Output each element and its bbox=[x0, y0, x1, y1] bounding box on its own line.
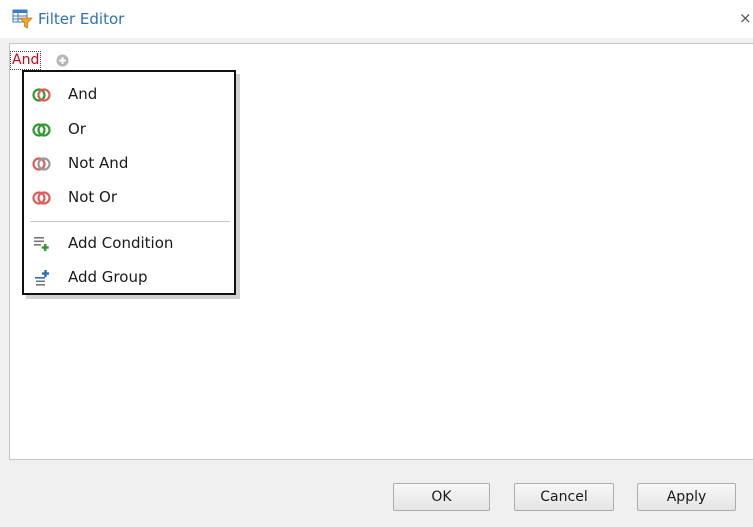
menu-item-label: Not And bbox=[68, 154, 129, 172]
add-condition-icon bbox=[32, 236, 52, 252]
menu-item-label: Add Group bbox=[68, 268, 148, 286]
menu-item-label: Or bbox=[68, 120, 86, 138]
group-operator-link[interactable]: And bbox=[10, 51, 42, 70]
and-icon bbox=[32, 87, 52, 103]
not-or-icon bbox=[32, 190, 52, 206]
menu-item-not-or[interactable]: Not Or bbox=[24, 183, 234, 213]
dialog-title: Filter Editor bbox=[38, 10, 125, 28]
menu-item-not-and[interactable]: Not And bbox=[24, 149, 234, 179]
filter-editor-icon bbox=[12, 9, 33, 29]
not-and-icon bbox=[32, 156, 52, 172]
add-group-icon bbox=[32, 270, 52, 286]
group-operator-menu: And Or Not And Not Or Add Condition Add … bbox=[22, 70, 236, 295]
apply-button[interactable]: Apply bbox=[637, 483, 736, 511]
close-button[interactable]: × bbox=[739, 8, 753, 28]
filter-editor-dialog: Filter Editor × And And Or Not And Not O… bbox=[0, 0, 753, 527]
menu-item-label: Not Or bbox=[68, 188, 118, 206]
menu-item-label: And bbox=[68, 85, 98, 103]
or-icon bbox=[32, 122, 52, 138]
title-bar: Filter Editor × bbox=[0, 0, 753, 38]
menu-item-or[interactable]: Or bbox=[24, 115, 234, 145]
ok-button[interactable]: OK bbox=[393, 483, 490, 511]
menu-item-add-group[interactable]: Add Group bbox=[24, 263, 234, 293]
plus-circle-icon[interactable] bbox=[56, 54, 69, 67]
menu-item-add-condition[interactable]: Add Condition bbox=[24, 229, 234, 259]
menu-item-and[interactable]: And bbox=[24, 80, 234, 110]
menu-separator bbox=[30, 221, 230, 222]
cancel-button[interactable]: Cancel bbox=[514, 483, 614, 511]
menu-item-label: Add Condition bbox=[68, 234, 174, 252]
